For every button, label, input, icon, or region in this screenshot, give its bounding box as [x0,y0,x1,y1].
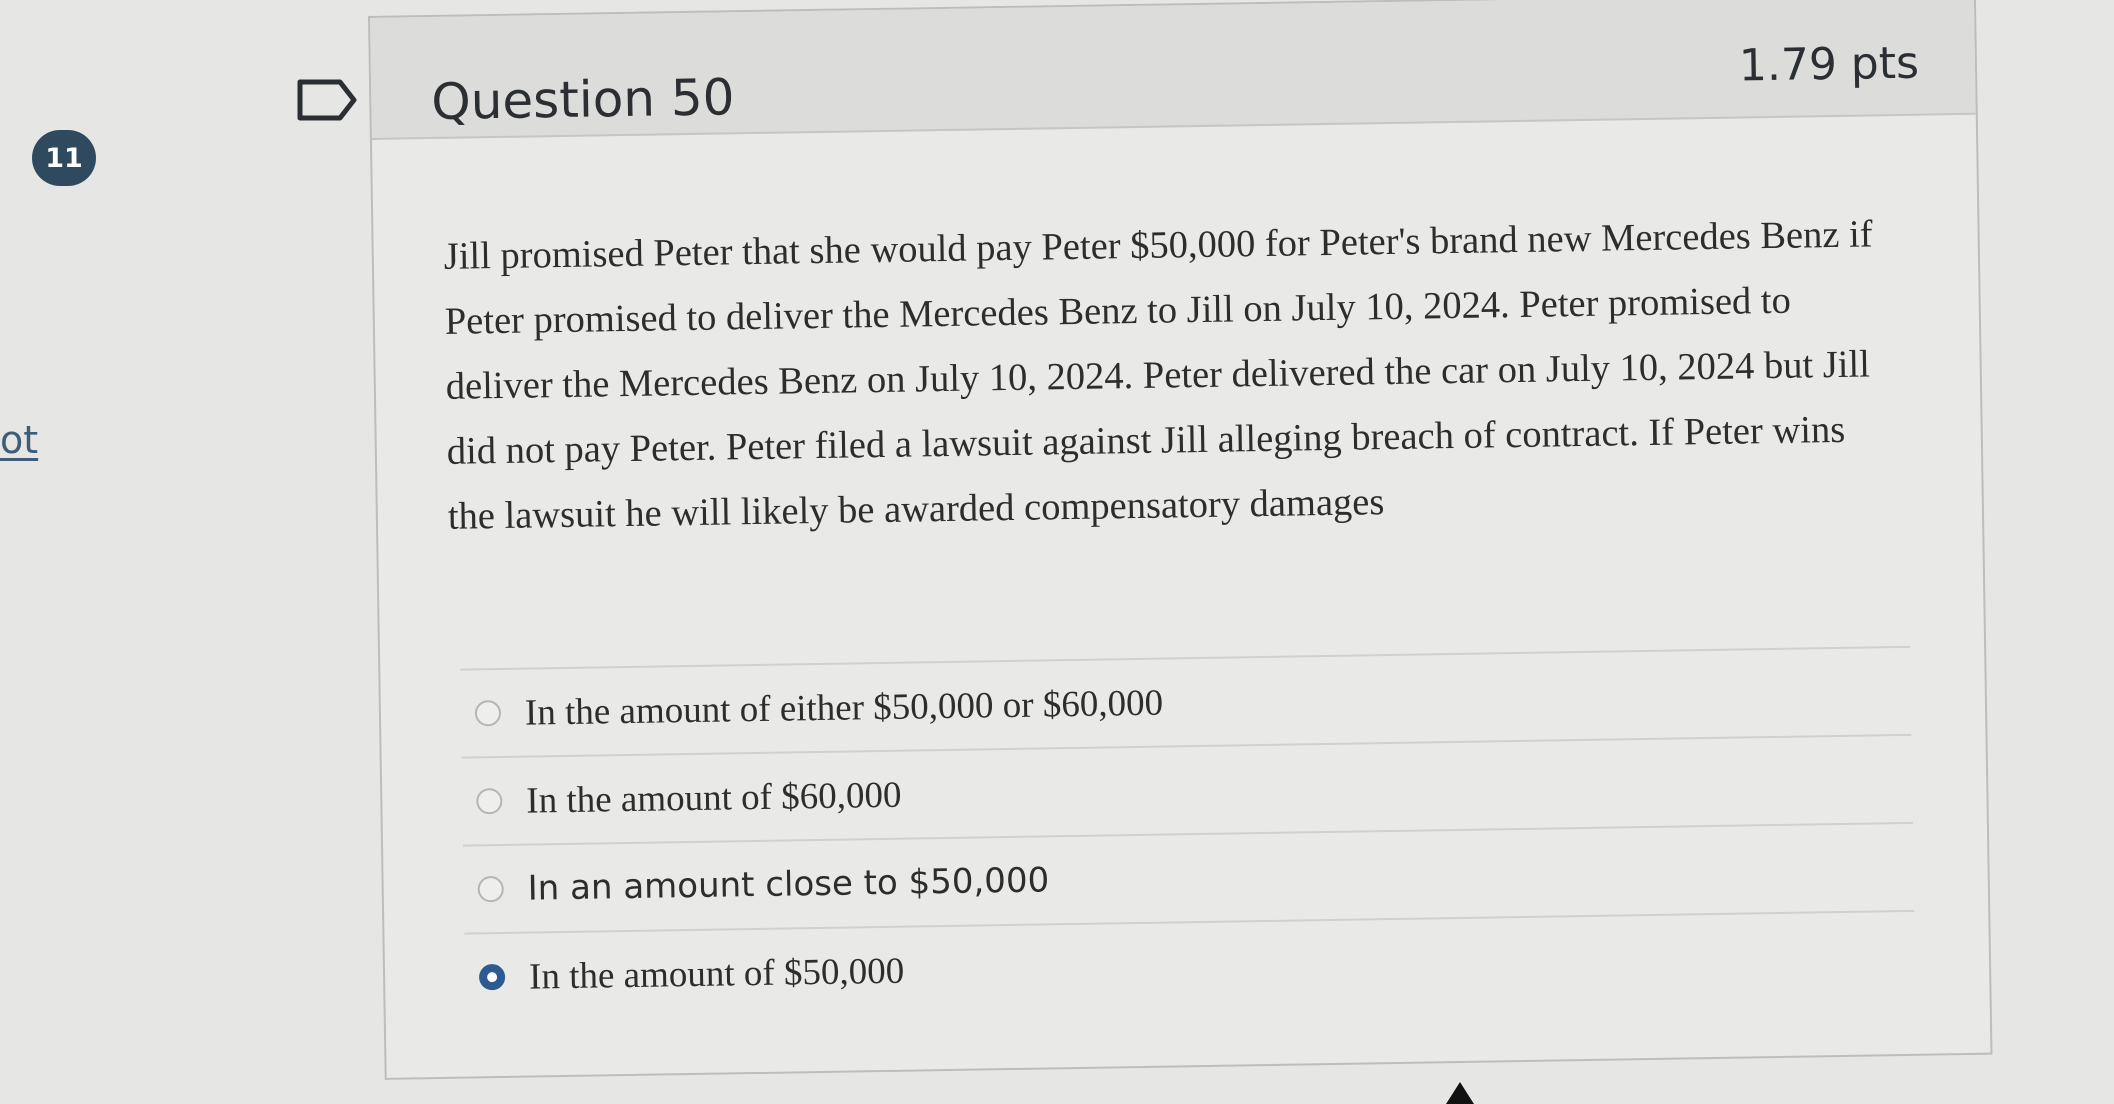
answer-label[interactable]: In the amount of either $50,000 or $60,0… [525,681,1164,734]
question-card: Question 50 1.79 pts Jill promised Peter… [368,0,1993,1080]
answer-list: In the amount of either $50,000 or $60,0… [460,645,1916,1021]
unread-count-badge: 11 [32,130,96,186]
radio-unchecked-icon[interactable] [474,699,502,727]
flag-question-icon[interactable] [296,78,360,122]
question-text: Jill promised Peter that she would pay P… [443,213,1873,538]
answer-label[interactable]: In an amount close to $50,000 [527,860,1049,908]
question-points: 1.79 pts [1738,37,1920,92]
answer-label[interactable]: In the amount of $50,000 [529,949,905,998]
radio-checked-icon[interactable] [478,963,506,991]
question-title: Question 50 [430,68,735,132]
question-header: Question 50 1.79 pts [370,0,1976,140]
answer-label[interactable]: In the amount of $60,000 [526,773,902,822]
sidebar-link[interactable]: ot [0,418,38,462]
radio-unchecked-icon[interactable] [477,875,504,903]
radio-unchecked-icon[interactable] [476,787,503,815]
